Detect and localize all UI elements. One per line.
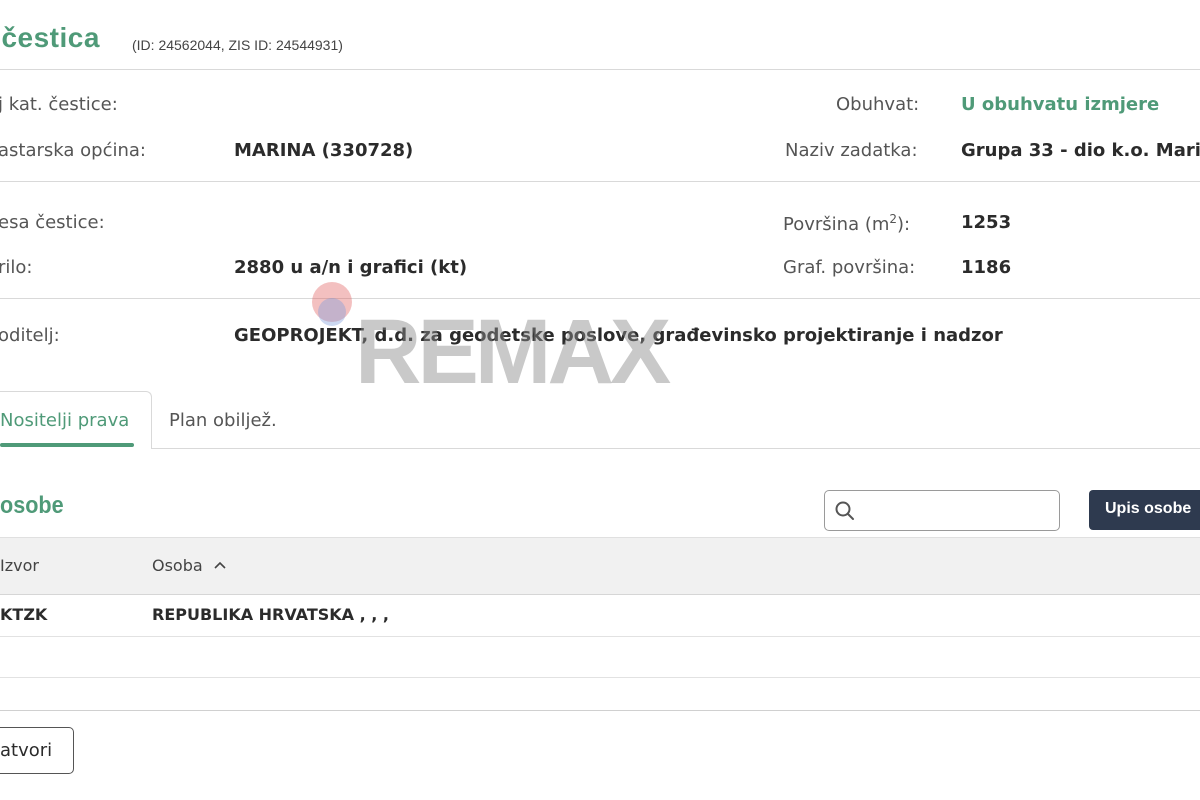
label-voditelj: oditelj: [0,325,60,346]
label-adresa-cestice: esa čestice: [0,212,105,233]
label-graf-povrsina: Graf. površina: [783,257,916,278]
divider [0,69,1200,70]
section-title: osobe [0,492,64,519]
close-button-label[interactable]: atvori [0,740,52,761]
title-text: čestica [1,22,100,53]
tab-nositelji-prava-label[interactable]: Nositelji prava [0,410,129,431]
label-povrsina-end: ): [897,214,911,235]
label-obuhvat: Obuhvat: [836,94,920,115]
search-icon [835,501,854,520]
footer-divider [0,710,1200,711]
tab-active-indicator [0,443,134,447]
column-header-osoba-label: Osoba [152,556,203,575]
value-obuhvat: U obuhvatu izmjere [961,94,1160,115]
search-input[interactable] [824,490,1060,531]
label-povrsina: Površina (m2): [783,212,910,235]
watermark-text: REMAX [355,301,671,397]
tab-plan-obiljez[interactable]: Plan obiljež. [169,410,277,431]
divider [0,181,1200,182]
value-katastarska-opcina: MARINA (330728) [234,140,414,161]
value-naziv-zadatka: Grupa 33 - dio k.o. Marina [961,140,1200,161]
value-mjerilo: 2880 u a/n i grafici (kt) [234,257,468,278]
column-header-izvor[interactable]: Izvor [0,556,39,575]
value-povrsina: 1253 [961,212,1012,233]
sort-ascending-icon [214,561,226,569]
page-title: ' čestica [0,22,100,54]
label-broj-kat-cestice: j kat. čestice: [0,94,118,115]
label-povrsina-sup: 2 [889,212,898,226]
value-graf-povrsina: 1186 [961,257,1012,278]
table-row-divider [0,677,1200,678]
table-row-divider [0,636,1200,637]
remax-watermark: REMAX [312,282,675,397]
table-cell-osoba: REPUBLIKA HRVATSKA , , , [152,605,389,624]
label-mjerilo: rilo: [0,257,33,278]
label-katastarska-opcina: astarska općina: [0,140,146,161]
label-naziv-zadatka: Naziv zadatka: [785,140,918,161]
add-person-button[interactable]: Upis osobe [1089,490,1200,530]
tabs-baseline [0,448,1200,449]
parcel-ids: (ID: 24562044, ZIS ID: 24544931) [132,37,343,53]
label-povrsina-text: Površina (m [783,214,890,235]
column-header-osoba[interactable]: Osoba [152,556,228,575]
table-cell-izvor: KTZK [0,605,48,624]
